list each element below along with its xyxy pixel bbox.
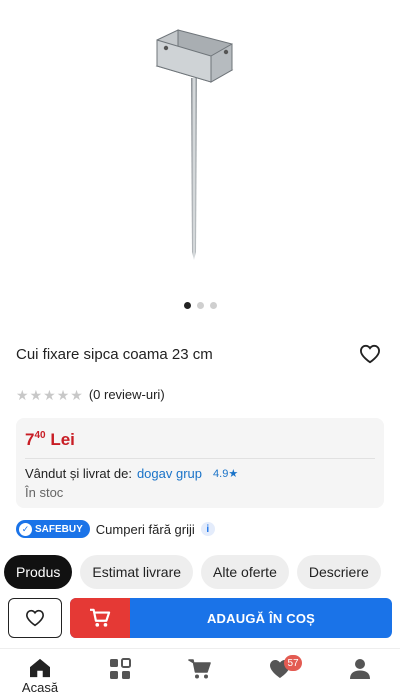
seller-rating: 4.9★ [213, 468, 239, 480]
safebuy-badge-label: SAFEBUY [35, 523, 83, 535]
price-cents: 40 [34, 430, 46, 441]
wishlist-button[interactable] [356, 340, 384, 368]
home-icon [30, 658, 50, 678]
nav-account[interactable] [320, 649, 400, 700]
price-currency: Lei [50, 430, 75, 449]
safebuy-row: ✓ SAFEBUY Cumperi fără griji i [16, 520, 215, 538]
nav-home-label: Acasă [21, 680, 59, 695]
product-tabs: Produs Estimat livrare Alte oferte Descr… [4, 555, 381, 589]
favorites-count-badge: 57 [284, 655, 302, 671]
heart-icon [359, 344, 381, 364]
stock-status: În stoc [25, 485, 64, 500]
nav-categories[interactable] [80, 649, 160, 700]
tab-produs[interactable]: Produs [4, 555, 73, 589]
product-photo [155, 29, 234, 260]
star-icon: ★ [70, 386, 83, 403]
check-icon: ✓ [19, 522, 32, 536]
tab-alte-oferte[interactable]: Alte oferte [201, 555, 289, 589]
rating-summary[interactable]: ★ ★ ★ ★ ★ (0 review-uri) [16, 387, 165, 402]
heart-icon [25, 609, 45, 627]
product-title: Cui fixare sipca coama 23 cm [16, 345, 213, 363]
nav-cart[interactable] [160, 649, 240, 700]
bottom-navigation: Acasă 57 [0, 648, 400, 700]
categories-icon [110, 658, 131, 679]
cart-icon [70, 598, 130, 638]
product-image[interactable] [0, 0, 400, 292]
user-icon [350, 659, 370, 679]
nav-home[interactable]: Acasă [0, 649, 80, 700]
price: 740 Lei [25, 430, 75, 450]
seller-info: Vândut și livrat de: dogav grup 4.9★ [25, 466, 238, 481]
star-icon: ★ [16, 386, 29, 403]
tab-estimat-livrare[interactable]: Estimat livrare [80, 555, 194, 589]
review-count[interactable]: (0 review-uri) [89, 387, 165, 402]
cart-icon [188, 659, 211, 679]
star-icon: ★ [43, 386, 56, 403]
add-to-cart-label: ADAUGĂ ÎN COȘ [206, 610, 316, 626]
pagination-dot[interactable] [196, 302, 204, 309]
divider [25, 458, 375, 459]
pagination-dot[interactable] [183, 302, 191, 309]
star-icon: ★ [56, 386, 70, 403]
seller-link[interactable]: dogav grup [137, 466, 202, 481]
info-icon[interactable]: i [200, 522, 215, 536]
safebuy-badge: ✓ SAFEBUY [16, 520, 90, 538]
safebuy-text: Cumperi fără griji [95, 521, 195, 537]
rating-stars: ★ ★ ★ ★ ★ [16, 388, 83, 402]
seller-label: Vândut și livrat de: [25, 466, 132, 481]
tab-descriere[interactable]: Descriere [296, 555, 381, 589]
pagination-dot[interactable] [209, 302, 217, 309]
action-bar: ADAUGĂ ÎN COȘ [8, 598, 392, 640]
image-pagination [0, 302, 400, 309]
add-to-cart-button[interactable]: ADAUGĂ ÎN COȘ [70, 598, 392, 638]
nav-favorites[interactable]: 57 [240, 649, 320, 700]
star-icon: ★ [29, 386, 43, 403]
offer-card: 740 Lei Vândut și livrat de: dogav grup … [16, 418, 384, 508]
add-to-favorites-button[interactable] [8, 598, 62, 638]
